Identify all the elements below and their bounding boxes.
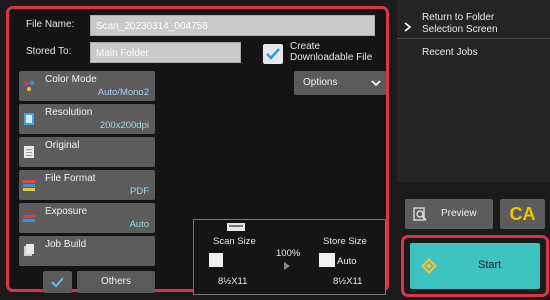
scan-size-value: 8½X11	[218, 276, 248, 287]
original-button[interactable]: Original	[19, 137, 155, 167]
file-name-field[interactable]: Scan_20230314_004758	[90, 15, 375, 36]
return-to-folder-item[interactable]: Return to Folder Selection Screen	[422, 12, 498, 36]
arrow-right-icon	[284, 262, 290, 270]
clear-all-button[interactable]: CA	[500, 199, 545, 229]
others-button[interactable]: Others	[77, 271, 155, 293]
file-format-value: PDF	[130, 186, 149, 197]
chevron-right-icon	[404, 22, 411, 32]
create-downloadable-checkbox[interactable]	[263, 44, 283, 64]
resolution-icon	[24, 113, 34, 125]
resolution-title: Resolution	[45, 107, 93, 118]
preview-button[interactable]: Preview	[405, 199, 493, 229]
divider	[397, 38, 550, 39]
options-dropdown[interactable]: Options	[294, 71, 386, 95]
job-build-icon	[24, 244, 34, 256]
start-button-frame: Start	[401, 235, 549, 297]
others-label: Others	[101, 276, 132, 287]
color-mode-title: Color Mode	[45, 74, 97, 85]
start-label: Start	[478, 259, 502, 271]
exposure-button[interactable]: Exposure Auto	[19, 203, 155, 233]
job-build-button[interactable]: Job Build	[19, 236, 155, 266]
start-diamond-icon	[421, 258, 437, 274]
resolution-button[interactable]: Resolution 200x200dpi	[19, 104, 155, 134]
scan-paper-icon	[209, 253, 223, 267]
scanner-icon	[227, 223, 245, 231]
exposure-title: Exposure	[45, 206, 88, 217]
preview-label: Preview	[441, 208, 477, 219]
stored-to-field[interactable]: Main Folder	[90, 42, 241, 63]
recent-jobs-item[interactable]: Recent Jobs	[422, 47, 478, 59]
exposure-value: Auto	[129, 219, 149, 230]
file-format-button[interactable]: File Format PDF	[19, 170, 155, 200]
job-build-title: Job Build	[45, 239, 87, 250]
file-format-title: File Format	[45, 173, 96, 184]
store-size-label: Store Size	[323, 236, 367, 247]
size-preview-panel: Scan Size 100% Store Size Auto 8½X11 8½X…	[193, 219, 386, 295]
color-mode-button[interactable]: Color Mode Auto/Mono2	[19, 71, 155, 101]
store-size-value: 8½X11	[333, 276, 363, 287]
exposure-icon	[23, 215, 35, 222]
original-title: Original	[45, 140, 80, 151]
job-settings-panel: File Name: Scan_20230314_004758 Stored T…	[6, 6, 389, 295]
stored-to-label: Stored To:	[26, 46, 72, 57]
others-check-button[interactable]	[43, 271, 72, 293]
resolution-value: 200x200dpi	[99, 120, 149, 131]
color-mode-value: Auto/Mono2	[97, 87, 149, 98]
file-name-label: File Name:	[26, 19, 75, 30]
preview-icon	[413, 207, 427, 221]
start-button[interactable]: Start	[410, 243, 540, 289]
chevron-down-icon	[371, 80, 381, 87]
color-mode-icon	[24, 81, 34, 91]
action-list: Return to Folder Selection Screen Recent…	[397, 0, 550, 182]
scan-size-label: Scan Size	[213, 236, 256, 247]
checkmark-icon	[51, 277, 64, 288]
checkmark-icon	[266, 48, 280, 60]
original-icon	[24, 146, 34, 158]
scale-ratio: 100%	[276, 248, 301, 259]
file-format-icon	[23, 180, 35, 191]
options-label: Options	[303, 77, 338, 88]
store-paper-icon	[319, 253, 335, 267]
store-size-auto: Auto	[337, 256, 357, 267]
create-downloadable-label: Create Downloadable File	[290, 41, 373, 63]
